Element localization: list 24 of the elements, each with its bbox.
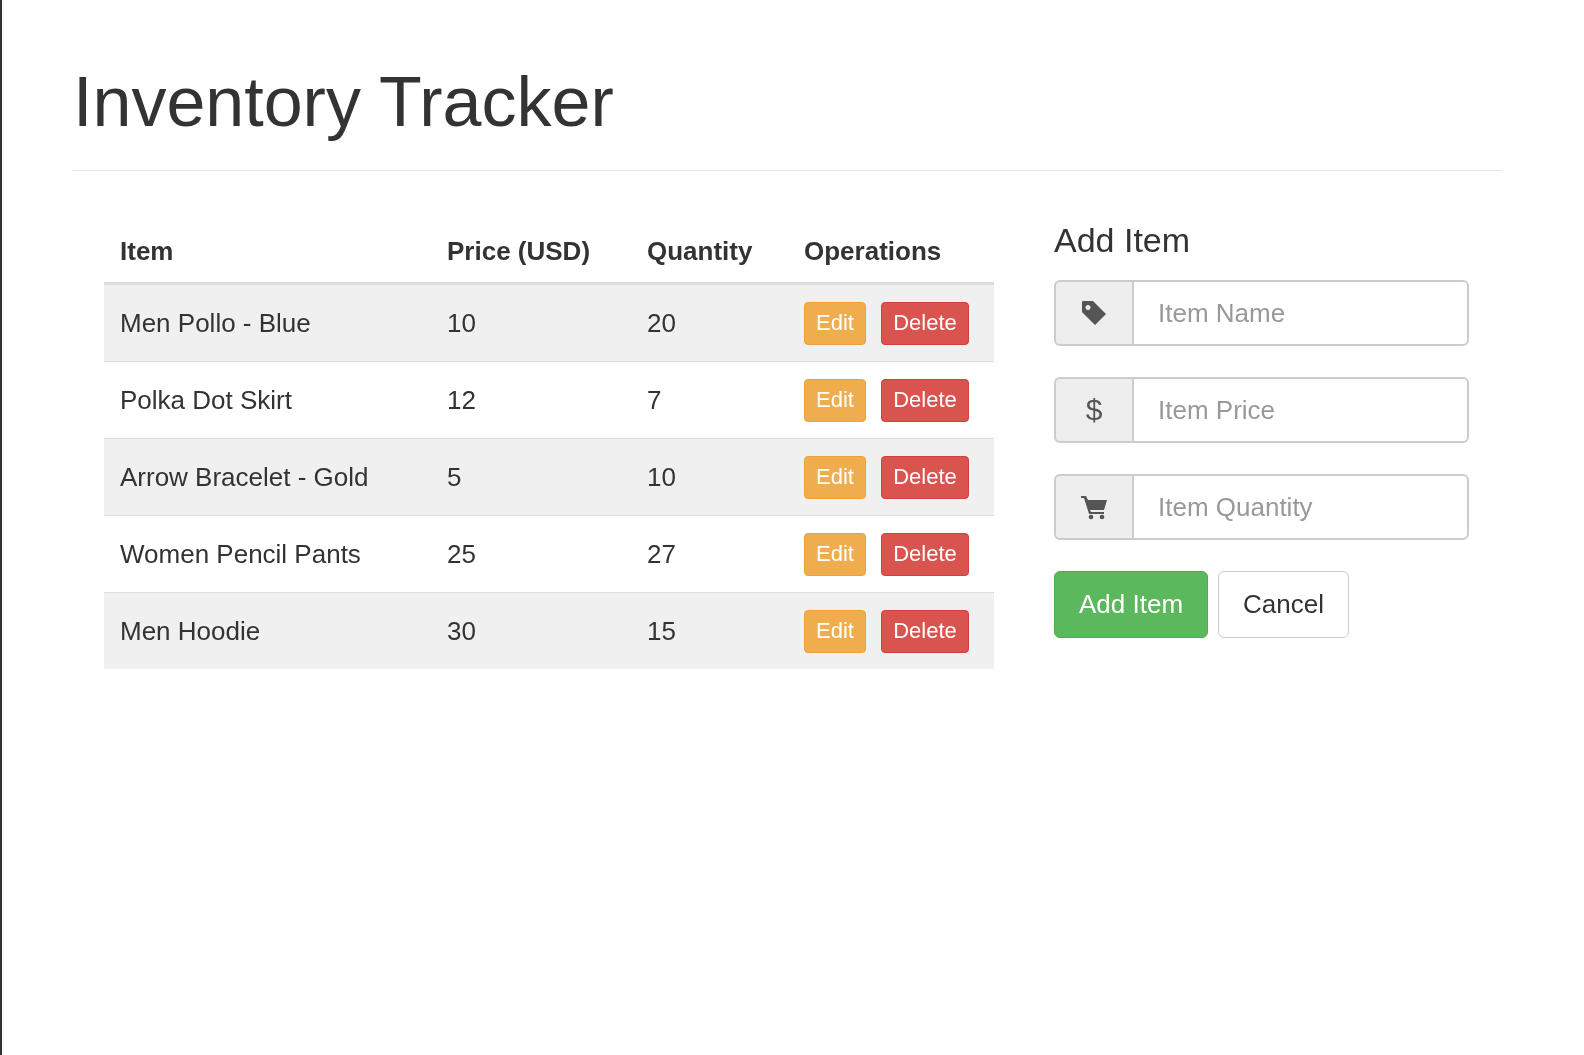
delete-button[interactable]: Delete — [881, 378, 969, 422]
form-title: Add Item — [1054, 220, 1191, 260]
table-cell: Men Hoodie — [104, 592, 431, 669]
input-field[interactable]: Item Price — [1132, 377, 1469, 443]
tag-icon — [1080, 299, 1108, 327]
cart-icon — [1080, 494, 1108, 520]
input-field[interactable]: Item Quantity — [1132, 474, 1469, 540]
table-cell: 15 — [631, 592, 788, 669]
table-cell: 20 — [631, 283, 788, 362]
table-cell: 5 — [431, 438, 631, 516]
add-item-button[interactable]: Add Item — [1054, 571, 1209, 638]
input-field[interactable]: Item Name — [1132, 280, 1469, 346]
cancel-button[interactable]: Cancel — [1218, 571, 1349, 638]
page-title: Inventory Tracker — [73, 62, 614, 143]
delete-button[interactable]: Delete — [881, 455, 969, 499]
table-cell: 30 — [431, 592, 631, 669]
delete-button[interactable]: Delete — [881, 301, 969, 345]
dollar-sign: $ — [1085, 393, 1103, 427]
delete-button[interactable]: Delete — [881, 532, 969, 576]
table-cell: 10 — [431, 283, 631, 362]
table-cell: 10 — [631, 438, 788, 516]
table-cell: Arrow Bracelet - Gold — [104, 438, 431, 516]
delete-button[interactable]: Delete — [881, 609, 969, 653]
table-cell: Men Pollo - Blue — [104, 283, 431, 362]
